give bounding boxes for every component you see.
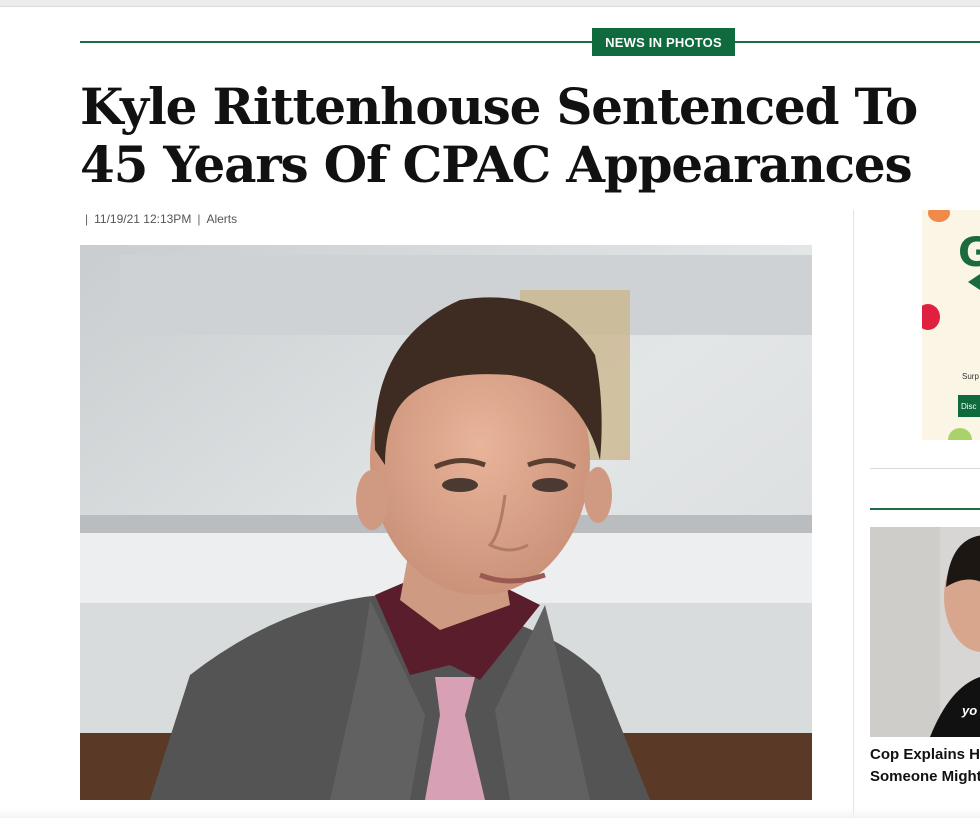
sidebar-advertisement[interactable]: G Surp Disc <box>922 210 980 440</box>
related-story-thumbnail[interactable]: yo <box>870 527 980 737</box>
ad-brand-letter: G <box>958 230 980 276</box>
ad-cta-button[interactable]: Disc <box>958 395 980 417</box>
sidebar-divider <box>853 210 854 818</box>
ad-decor-dot <box>928 210 950 222</box>
related-thumb-caption: yo <box>962 703 978 718</box>
ad-arrow-icon <box>968 274 980 290</box>
ad-text: Surp <box>962 372 979 381</box>
related-title-line: Someone Might R <box>870 768 980 785</box>
ad-decor-dot <box>922 304 940 330</box>
browser-top-edge <box>0 0 980 7</box>
sidebar-section-rule <box>870 508 980 510</box>
byline: | 11/19/21 12:13PM | Alerts <box>85 211 237 227</box>
related-title-line: Cop Explains How <box>870 746 980 763</box>
section-rule-left <box>80 41 592 43</box>
publish-timestamp: 11/19/21 12:13PM <box>94 212 192 226</box>
hero-photo-illustration <box>80 245 812 800</box>
sidebar-rule <box>870 468 980 469</box>
byline-separator: | <box>197 212 201 226</box>
page-bottom-edge <box>0 808 980 818</box>
category-link[interactable]: Alerts <box>206 212 237 226</box>
article-headline: Kyle Rittenhouse Sentenced To 45 Years O… <box>80 77 918 194</box>
section-tag[interactable]: NEWS IN PHOTOS <box>592 28 735 56</box>
related-story-title[interactable]: Cop Explains How Someone Might R <box>870 744 980 788</box>
ad-decor-dot <box>948 428 972 440</box>
section-rule-right <box>735 41 980 43</box>
byline-separator: | <box>85 212 89 226</box>
hero-photo <box>80 245 812 800</box>
